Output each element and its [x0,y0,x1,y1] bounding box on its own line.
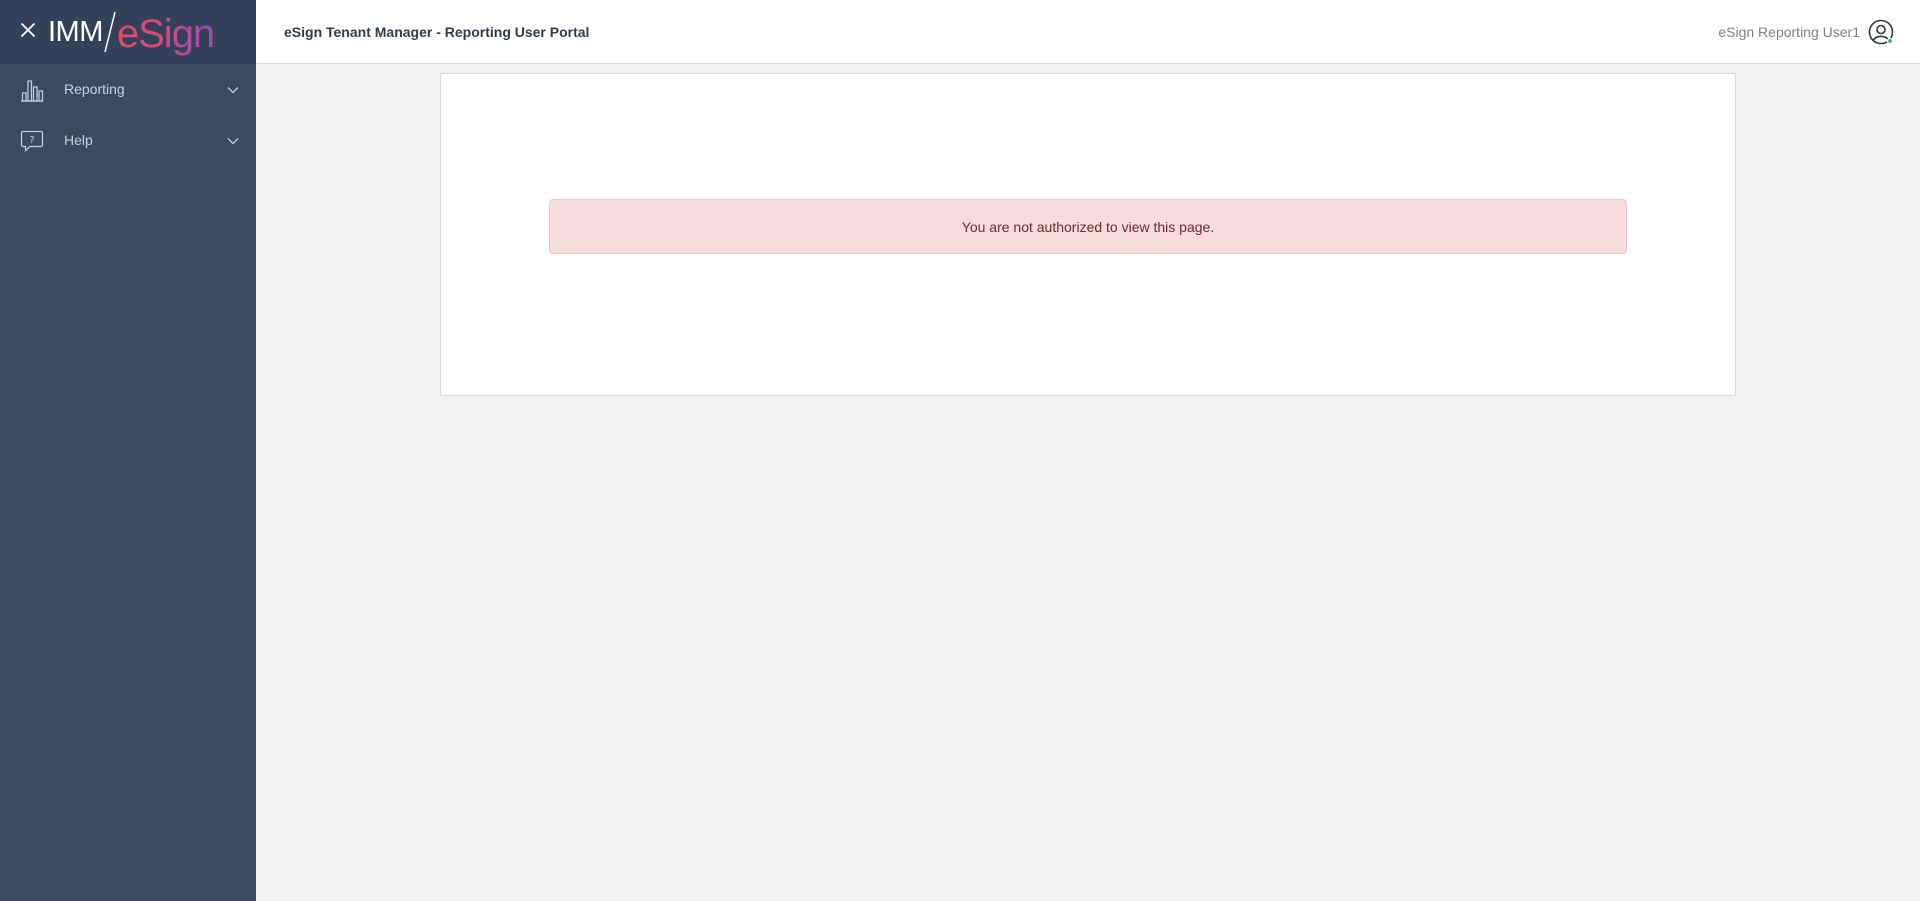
chevron-down-icon [226,83,240,97]
sidebar-item-label: Reporting [64,81,125,97]
logo-slash-icon [104,11,116,53]
svg-text:?: ? [29,135,34,146]
alert-message: You are not authorized to view this page… [961,218,1215,235]
sidebar-item-reporting[interactable]: Reporting [0,66,256,114]
error-alert: You are not authorized to view this page… [549,199,1627,254]
sidebar-header: IMM eSign [0,0,256,64]
bar-chart-icon [20,78,44,102]
sidebar-item-help[interactable]: ? Help [0,117,256,165]
page-title: eSign Tenant Manager - Reporting User Po… [284,24,590,40]
sidebar: IMM eSign Reporting ? Help [0,0,256,901]
close-icon[interactable] [16,18,40,42]
logo-prefix: IMM [48,15,103,48]
topbar: eSign Tenant Manager - Reporting User Po… [256,0,1920,64]
user-menu[interactable]: eSign Reporting User1 [1718,19,1894,45]
user-circle-icon [1868,19,1894,45]
logo-brand: eSign [116,11,215,56]
logo: IMM eSign [48,6,215,58]
chevron-down-icon [226,134,240,148]
content-card: You are not authorized to view this page… [440,73,1736,396]
help-chat-icon: ? [20,129,44,153]
user-name: eSign Reporting User1 [1718,24,1860,40]
sidebar-item-label: Help [64,132,93,148]
